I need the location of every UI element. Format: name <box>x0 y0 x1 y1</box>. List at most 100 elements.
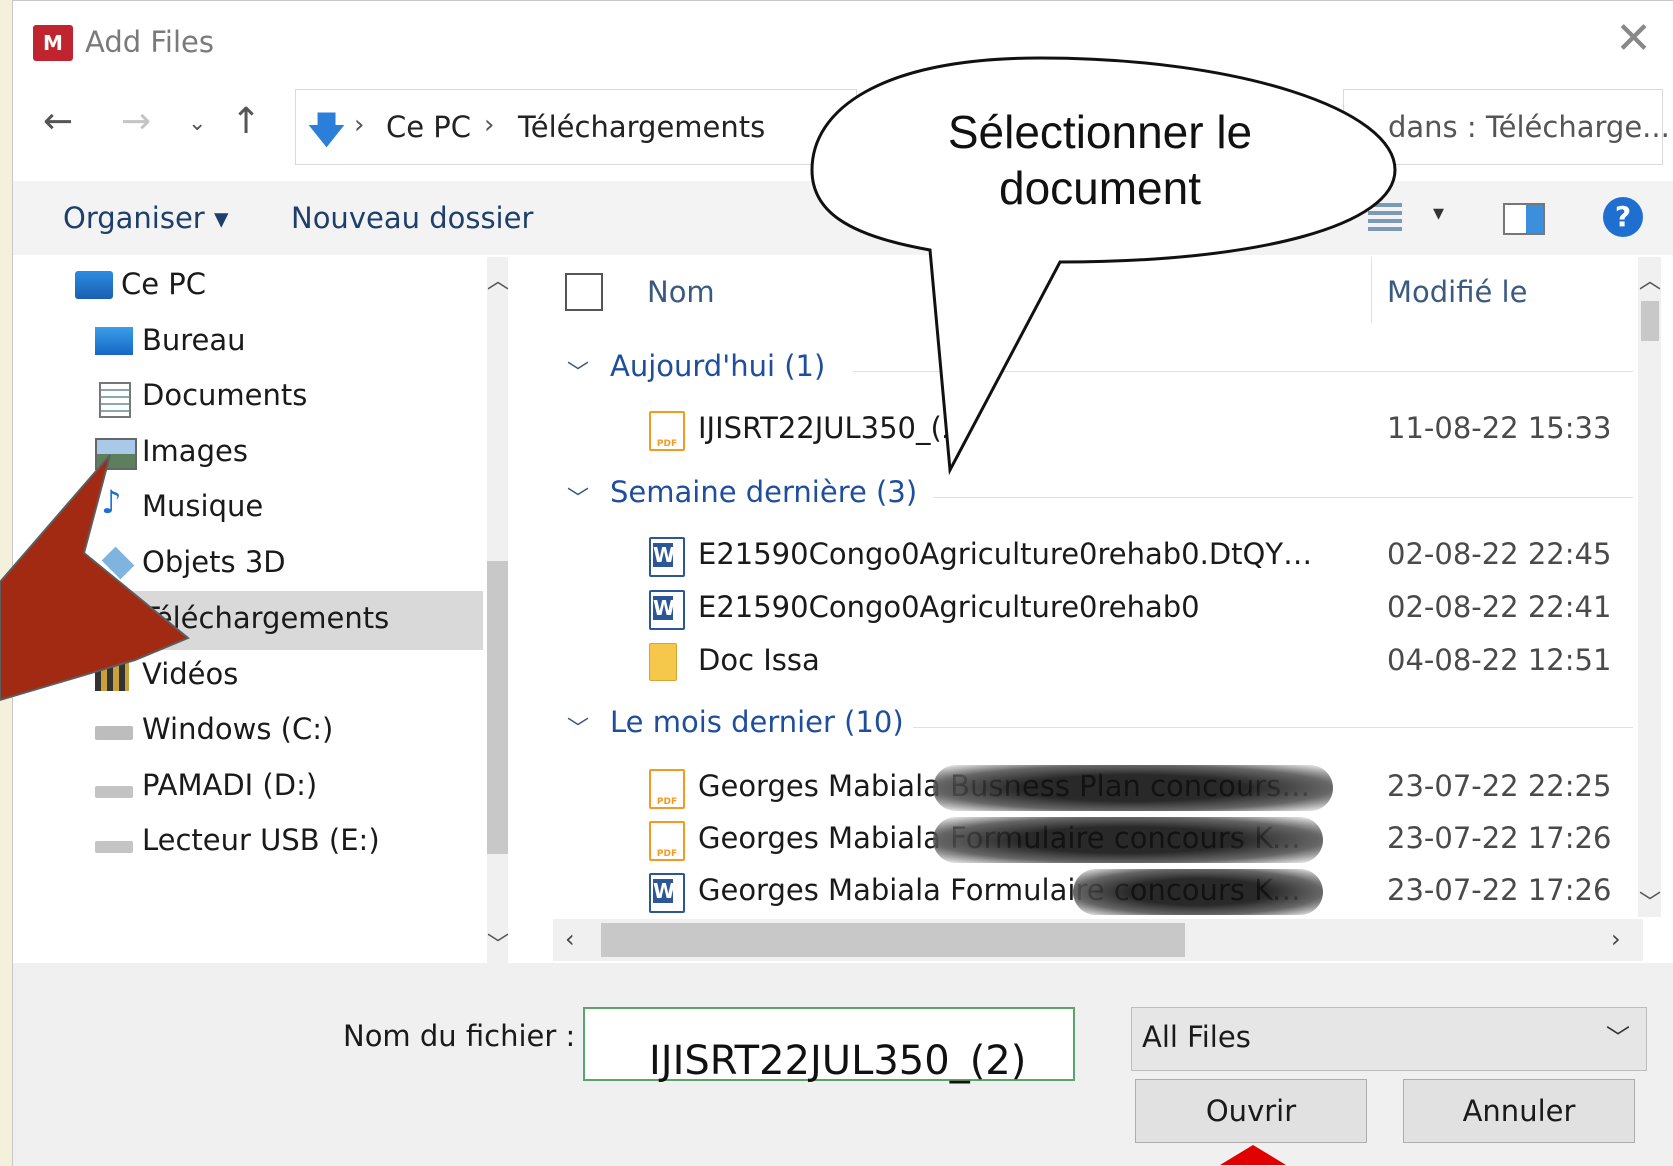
dialog-footer: Nom du fichier : IJISRT22JUL350_(2) All … <box>13 963 1673 1166</box>
file-type-value: All Files <box>1142 1020 1251 1054</box>
pictures-icon <box>95 438 137 470</box>
nav-item-label: Musique <box>142 489 264 523</box>
nav-item-videos[interactable]: Vidéos <box>13 647 483 706</box>
redaction-scribble <box>933 765 1333 811</box>
file-row[interactable]: Doc Issa 04-08-22 12:51 <box>553 637 1633 687</box>
organize-menu-button[interactable]: Organiser ▾ <box>63 201 229 235</box>
file-date: 23-07-22 17:26 <box>1387 821 1612 855</box>
scroll-left-icon[interactable]: ‹ <box>565 925 575 953</box>
collapse-chevron-icon: ﹀ <box>567 487 590 512</box>
group-divider <box>933 497 1633 498</box>
word-file-icon <box>649 537 685 577</box>
nav-pane-scroll-thumb[interactable] <box>487 561 508 854</box>
scroll-down-icon[interactable]: ﹀ <box>487 927 509 959</box>
close-icon[interactable]: ✕ <box>1615 17 1652 61</box>
filename-label: Nom du fichier : <box>343 1019 576 1053</box>
nav-item-pamadi-d[interactable]: PAMADI (D:) <box>13 758 483 817</box>
preview-pane-icon[interactable] <box>1503 203 1545 235</box>
file-name: Doc Issa <box>698 643 820 677</box>
nav-item-windows-c[interactable]: Windows (C:) <box>13 702 483 761</box>
up-arrow-icon[interactable]: ↑ <box>231 101 261 142</box>
file-type-select[interactable]: All Files ﹀ <box>1131 1007 1647 1071</box>
pdf-file-icon <box>649 411 685 451</box>
word-file-icon <box>649 590 685 630</box>
nav-item-musique[interactable]: ♪ Musique <box>13 479 483 538</box>
add-files-dialog: M Add Files ✕ ← → ⌄ ↑ 🡇 › Ce PC › Téléch… <box>12 0 1673 1166</box>
open-button[interactable]: Ouvrir <box>1135 1079 1367 1143</box>
downloads-icon: 🡇 <box>99 599 134 639</box>
file-date: 02-08-22 22:45 <box>1387 537 1612 571</box>
nav-item-label: Téléchargements <box>142 601 390 635</box>
file-date: 23-07-22 22:25 <box>1387 769 1612 803</box>
file-name: E21590Congo0Agriculture0rehab0 <box>698 590 1200 624</box>
breadcrumb-telechargements[interactable]: Téléchargements <box>518 110 765 144</box>
nav-item-label: Windows (C:) <box>142 712 334 746</box>
nav-item-lecteur-usb-e[interactable]: Lecteur USB (E:) <box>13 813 483 872</box>
group-header-last-week[interactable]: ﹀ Semaine dernière (3) <box>553 475 1633 519</box>
file-list-scrollbar[interactable] <box>1638 257 1661 917</box>
pdf-file-icon <box>649 769 685 809</box>
view-list-icon[interactable] <box>1368 203 1402 231</box>
file-list: Nom Modifié le ﹀ Aujourd'hui (1) IJISRT2… <box>553 257 1653 917</box>
file-row[interactable]: Georges Mabiala Formulaire concours Koma… <box>553 815 1633 865</box>
documents-icon <box>99 382 131 418</box>
file-date: 23-07-22 17:26 <box>1387 873 1612 907</box>
drive-icon <box>95 726 133 740</box>
cancel-button[interactable]: Annuler <box>1403 1079 1635 1143</box>
command-toolbar: Organiser ▾ Nouveau dossier ▾ ? <box>13 181 1673 255</box>
collapse-chevron-icon: ﹀ <box>567 361 590 386</box>
drive-icon <box>95 786 133 798</box>
file-list-scroll-thumb[interactable] <box>1641 301 1659 341</box>
horizontal-scroll-thumb[interactable] <box>601 923 1185 957</box>
title-bar: M Add Files ✕ <box>13 1 1673 87</box>
nav-item-images[interactable]: Images <box>13 424 483 483</box>
scroll-up-icon[interactable]: ︿ <box>1639 263 1661 295</box>
nav-item-documents[interactable]: Documents <box>13 368 483 427</box>
recent-locations-chevron-icon[interactable]: ⌄ <box>188 111 206 136</box>
breadcrumb-ce-pc[interactable]: Ce PC <box>386 110 471 144</box>
group-header-last-month[interactable]: ﹀ Le mois dernier (10) <box>553 705 1633 749</box>
group-label: Aujourd'hui (1) <box>610 349 826 383</box>
nav-item-label: Ce PC <box>121 267 207 301</box>
group-divider <box>913 727 1633 728</box>
group-label: Semaine dernière (3) <box>610 475 918 509</box>
file-row[interactable]: E21590Congo0Agriculture0rehab0 02-08-22 … <box>553 584 1633 634</box>
file-row[interactable]: E21590Congo0Agriculture0rehab0.DtQY4J-6.… <box>553 531 1633 581</box>
column-divider[interactable] <box>1371 257 1372 323</box>
scroll-down-icon[interactable]: ﹀ <box>1639 885 1661 917</box>
nav-item-telechargements[interactable]: 🡇 Téléchargements <box>13 591 483 650</box>
folder-icon <box>649 643 677 681</box>
forward-arrow-icon[interactable]: → <box>121 101 151 142</box>
help-icon[interactable]: ? <box>1603 197 1643 237</box>
pdf-file-icon <box>649 821 685 861</box>
search-input[interactable]: dans : Télécharge... <box>1343 89 1670 165</box>
column-header-name[interactable]: Nom <box>647 275 715 309</box>
nav-item-label: Documents <box>142 378 308 412</box>
computer-icon <box>75 271 113 299</box>
back-arrow-icon[interactable]: ← <box>43 101 73 142</box>
nav-item-label: Objets 3D <box>142 545 286 579</box>
address-bar[interactable]: 🡇 › Ce PC › Téléchargements <box>295 89 857 165</box>
group-header-today[interactable]: ﹀ Aujourd'hui (1) <box>553 349 1633 393</box>
file-date: 02-08-22 22:41 <box>1387 590 1612 624</box>
music-icon: ♪ <box>101 483 122 521</box>
nav-item-label: Images <box>142 434 248 468</box>
view-chevron-down-icon[interactable]: ▾ <box>1433 201 1444 226</box>
nav-item-bureau[interactable]: Bureau <box>13 313 483 372</box>
column-header-modified[interactable]: Modifié le <box>1387 275 1527 309</box>
dialog-title: Add Files <box>85 25 214 59</box>
file-row[interactable]: IJISRT22JUL350_(2) 11-08-22 15:33 <box>553 405 1633 455</box>
select-all-checkbox[interactable] <box>565 273 603 311</box>
navigation-pane: Ce PC Bureau Documents Images ♪ Musique … <box>13 257 508 963</box>
nav-item-ce-pc[interactable]: Ce PC <box>13 257 483 316</box>
scroll-right-icon[interactable]: › <box>1611 925 1621 953</box>
file-row[interactable]: Georges Mabiala Formulaire concours Koma… <box>553 867 1633 917</box>
scroll-up-icon[interactable]: ︿ <box>487 263 509 295</box>
group-label: Le mois dernier (10) <box>610 705 904 739</box>
new-folder-button[interactable]: Nouveau dossier <box>291 201 533 235</box>
desktop-icon <box>95 327 133 355</box>
file-date: 04-08-22 12:51 <box>1387 643 1612 677</box>
breadcrumb-separator: › <box>354 110 365 140</box>
file-row[interactable]: Georges Mabiala Busness Plan concours Ko… <box>553 763 1633 813</box>
nav-item-objets-3d[interactable]: Objets 3D <box>13 535 483 594</box>
